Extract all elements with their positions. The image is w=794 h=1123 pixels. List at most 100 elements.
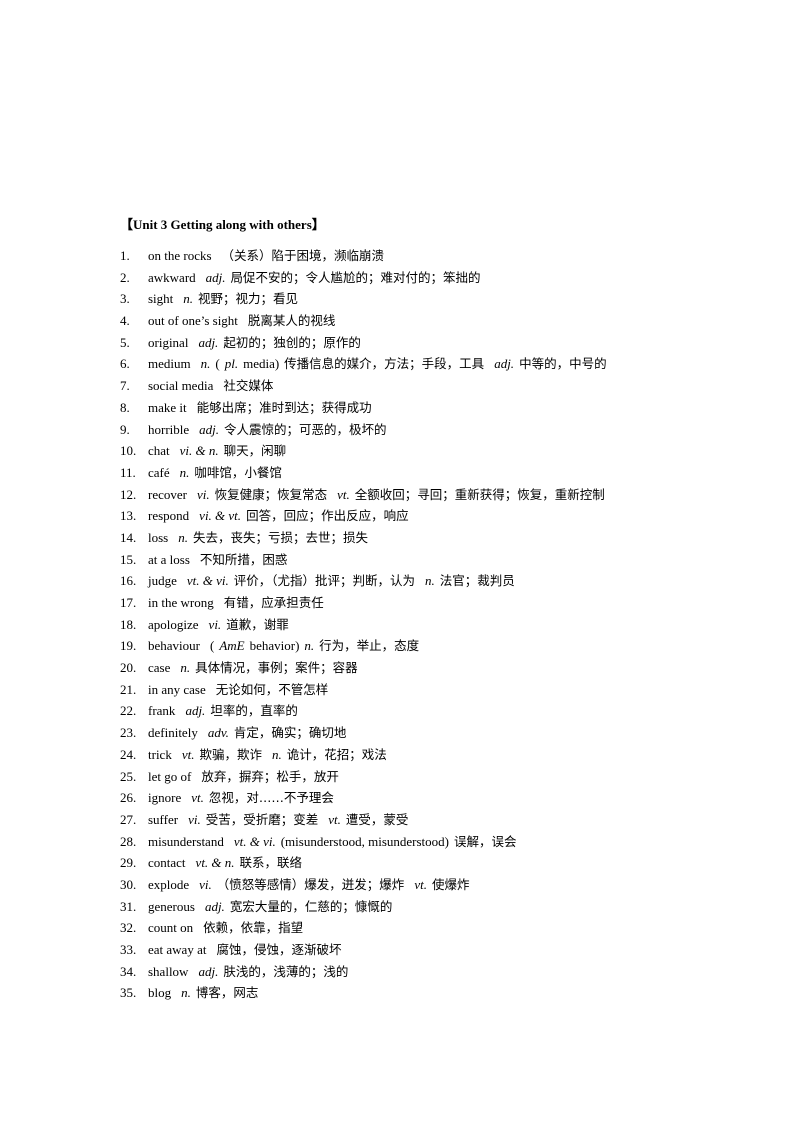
vocab-entry: 16. judge vt. & vi. 评价，（尤指）批评；判断，认为 n. 法官；裁判员: [120, 570, 607, 592]
entry-word: at a loss: [148, 551, 190, 567]
entry-word: in any case: [148, 681, 206, 697]
part-of-speech: adv.: [207, 725, 229, 741]
entry-word: contact: [148, 855, 186, 871]
entry-word: generous: [148, 898, 195, 914]
chinese-definition: 法官；裁判员: [439, 573, 515, 589]
chinese-definition: 回答，回应；作出反应，响应: [246, 508, 409, 524]
entry-number: 21.: [120, 681, 137, 697]
vocab-entry: 14. loss n. 失去，丧失；亏损；去世；损失: [120, 527, 607, 549]
chinese-definition: 无论如何，不管怎样: [215, 681, 329, 697]
chinese-definition: 坦率的，直率的: [210, 703, 298, 719]
part-of-speech: vt.: [414, 876, 427, 892]
chinese-definition: 有错，应承担责任: [223, 595, 324, 610]
entry-number: 16.: [120, 573, 137, 589]
entry-number: 4.: [120, 313, 130, 329]
vocab-entry: 17. in the wrong 有错，应承担责任: [120, 592, 607, 614]
entry-number: 23.: [120, 725, 137, 741]
part-of-speech: vt.: [191, 790, 204, 806]
part-of-speech: vt. & vi.: [233, 833, 276, 849]
entry-word: judge: [148, 573, 177, 589]
part-of-speech: n.: [425, 573, 435, 589]
vocab-entry: 30. explode vi. （愤怒等感情）爆发，迸发；爆炸 vt. 使爆炸: [120, 874, 607, 896]
entry-number: 24.: [120, 746, 137, 762]
vocab-entry: 4. out of one’s sight 脱离某人的视线: [120, 310, 607, 332]
part-of-speech: AmE: [219, 638, 245, 654]
entry-word: blog: [148, 985, 172, 1001]
chinese-definition: 社交媒体: [223, 378, 274, 394]
entry-word: count on: [148, 920, 194, 936]
vocab-entry: 13. respond vi. & vt. 回答，回应；作出反应，响应: [120, 505, 607, 527]
chinese-definition: 起初的；独创的；原作的: [223, 334, 361, 350]
entry-number: 27.: [120, 811, 137, 827]
vocab-entry: 32. count on 依赖，依靠，指望: [120, 917, 607, 939]
entry-word: apologize: [148, 616, 199, 632]
document-page: 【Unit 3 Getting along with others】 1. on …: [0, 0, 794, 1123]
part-of-speech: adj.: [494, 356, 515, 372]
vocab-entry: 2. awkward adj. 局促不安的；令人尴尬的；难对付的；笨拙的: [120, 267, 607, 289]
chinese-definition: 能够出席；准时到达；获得成功: [196, 399, 372, 415]
entry-number: 9.: [120, 421, 130, 437]
vocab-entry: 28. misunderstand vt. & vi. (misunderstood,…: [120, 831, 607, 853]
entry-word: chat: [148, 443, 170, 459]
chinese-definition: 放弃，摒弃；松手，放开: [201, 768, 339, 784]
vocab-entry: 18. apologize vi. 道歉，谢罪: [120, 614, 607, 636]
part-of-speech: vi.: [188, 811, 201, 827]
part-of-speech: adj.: [185, 703, 206, 719]
chinese-definition: 咖啡馆，小餐馆: [194, 464, 282, 480]
entry-number: 30.: [120, 876, 137, 892]
entry-number: 20.: [120, 660, 137, 676]
vocab-entry: 23. definitely adv. 肯定，确实；确切地: [120, 722, 607, 744]
vocab-entry: 7. social media 社交媒体: [120, 375, 607, 397]
note-text: (misunderstood, misunderstood): [280, 833, 449, 849]
entry-number: 25.: [120, 768, 137, 784]
vocab-entry: 9. horrible adj. 令人震惊的；可恶的，极坏的: [120, 419, 607, 441]
entry-word: frank: [148, 703, 176, 719]
note-text: (: [215, 356, 220, 372]
vocab-entry: 6. medium n.(pl. media) 传播信息的媒介，方法；手段，工具 adj.…: [120, 353, 607, 375]
vocab-entry: 31. generous adj. 宽宏大量的，仁慈的；慷慨的: [120, 896, 607, 918]
chinese-definition: 肯定，确实；确切地: [233, 725, 347, 741]
entry-word: recover: [148, 486, 187, 502]
vocab-entry: 20. case n. 具体情况，事例；案件；容器: [120, 657, 607, 679]
vocabulary-list: 1. on the rocks （关系）陷于困境，濒临崩溃 2. awkward adj.…: [120, 245, 607, 1004]
vocab-entry: 34. shallow adj. 肤浅的，浅薄的；浅的: [120, 961, 607, 983]
chinese-definition: 受苦，受折磨；变差: [205, 811, 319, 827]
chinese-definition: 依赖，依靠，指望: [203, 920, 304, 936]
chinese-definition: 联系，联络: [239, 855, 303, 871]
part-of-speech: vt. & vi.: [186, 573, 229, 589]
entry-word: eat away at: [148, 942, 207, 957]
entry-word: explode: [148, 876, 190, 892]
entry-number: 13.: [120, 508, 137, 524]
entry-word: trick: [148, 746, 172, 762]
entry-word: ignore: [148, 790, 182, 806]
entry-number: 22.: [120, 703, 137, 719]
chinese-definition: 误解，误会: [453, 833, 517, 849]
entry-number: 10.: [120, 443, 137, 459]
vocab-entry: 29. contact vt. & n. 联系，联络: [120, 852, 607, 874]
entry-word: behaviour: [148, 638, 200, 654]
chinese-definition: 评价，（尤指）批评；判断，认为: [233, 573, 416, 589]
chinese-definition: 肤浅的，浅薄的；浅的: [223, 963, 349, 979]
part-of-speech: n.: [181, 985, 191, 1001]
part-of-speech: adj.: [204, 898, 225, 914]
chinese-definition: 不知所措，困惑: [199, 551, 288, 567]
chinese-definition: 行为，举止，态度: [319, 638, 420, 654]
vocab-entry: 19. behaviour (AmE behavior) n. 行为，举止，态度: [120, 635, 607, 657]
entry-word: out of one’s sight: [148, 313, 238, 329]
vocab-entry: 5. original adj. 起初的；独创的；原作的: [120, 332, 607, 354]
entry-word: case: [148, 660, 171, 676]
entry-number: 5.: [120, 334, 130, 350]
part-of-speech: vt. & n.: [195, 855, 235, 871]
entry-number: 2.: [120, 269, 130, 285]
entry-number: 34.: [120, 963, 137, 979]
entry-number: 19.: [120, 638, 137, 654]
vocab-entry: 27. suffer vi. 受苦，受折磨；变差 vt. 遭受，蒙受: [120, 809, 607, 831]
entry-number: 18.: [120, 616, 137, 632]
chinese-definition: 使爆炸: [431, 876, 470, 892]
chinese-definition: 中等的，中号的: [519, 356, 607, 372]
entry-number: 8.: [120, 399, 130, 415]
chinese-definition: 令人震惊的；可恶的，极坏的: [224, 421, 387, 437]
chinese-definition: 脱离某人的视线: [247, 313, 336, 329]
entry-number: 31.: [120, 898, 137, 914]
vocab-entry: 3. sight n. 视野；视力；看见: [120, 288, 607, 310]
